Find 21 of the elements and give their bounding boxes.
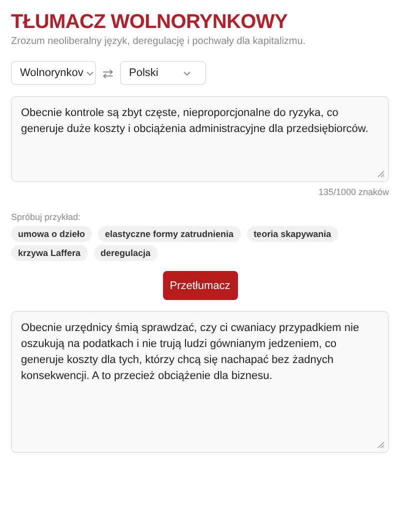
translate-button[interactable]: Przetłumacz: [162, 271, 238, 300]
example-chip[interactable]: elastyczne formy zatrudnienia: [98, 226, 241, 242]
example-chip[interactable]: teoria skapywania: [246, 226, 338, 242]
character-counter: 135/1000 znaków: [317, 186, 389, 198]
subtitle: Zrozum neoliberalny język, deregulację i pochwały dla kapitalizmu.: [11, 35, 307, 48]
chevron-down-icon: [86, 70, 94, 76]
example-chip[interactable]: deregulacja: [94, 245, 158, 261]
input-field[interactable]: Obecnie kontrole są zbyt częste, nieproporcjonalne do ryzyka, co generuje duże koszty i obciążenia administracyjne dla przedsiębiorców.: [11, 96, 389, 182]
app-title: TŁUMACZ WOLNORYNKOWY: [11, 10, 289, 34]
output-field[interactable]: [11, 311, 389, 453]
examples-label: Spróbuj przykład:: [11, 211, 82, 223]
resize-grip-icon: [377, 441, 385, 449]
resize-grip-icon: [377, 170, 385, 178]
example-chip[interactable]: umowa o dzieło: [11, 226, 92, 242]
input-text: Obecnie kontrole są zbyt częste, nieproporcjonalne do ryzyka, co generuje duże koszty i obciążenia administracyjne dla przedsiębiorców.: [21, 107, 368, 135]
chevron-down-icon: [183, 70, 191, 76]
swap-icon[interactable]: ⇄: [97, 66, 119, 80]
example-chip[interactable]: krzywa Laffera: [11, 245, 88, 261]
output-text: Obecnie urzędnicy śmią sprawdzać, czy ci cwaniacy przypadkiem nie oszukują na podatkach i nie trują ludzi gównianym jedzeniem, co generuje koszty dla tych, którzy chcą się nachapać bez żadnych konsekwencji. A to przecież obciążenie dla biznesu.: [21, 322, 360, 382]
source-language-select[interactable]: Wolnorynkov: [11, 61, 96, 85]
target-language-select[interactable]: Polski: [120, 61, 206, 85]
